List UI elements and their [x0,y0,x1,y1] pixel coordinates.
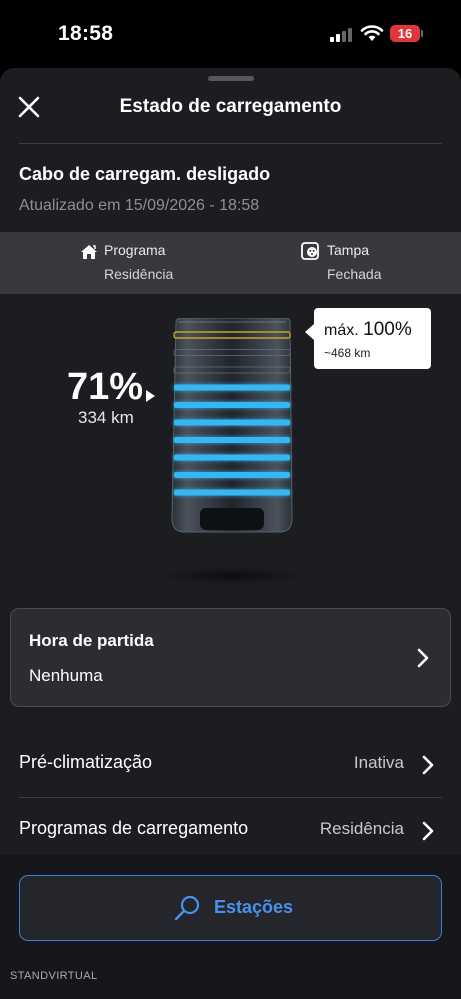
program-label: Programa [104,242,166,258]
page-title: Estado de carregamento [119,96,342,117]
search-icon [174,895,200,921]
battery-nub [421,30,423,37]
info-strip: Programa Residência Tampa Fechada [0,232,461,294]
battery-graphic [160,318,304,585]
home-icon [81,245,97,259]
row-label: Programas de carregamento [19,818,249,838]
sheet-grabber[interactable] [208,76,254,81]
chevron-right-icon [422,755,434,775]
stations-button[interactable]: Estações [19,875,442,941]
charge-bar-filled [174,489,290,496]
cable-status: Cabo de carregam. desligado [19,164,271,184]
charge-range: 334 km [78,408,134,427]
max-charge-label: máx. 100% [324,319,412,341]
row-value: Inativa [353,753,404,772]
charging-status-sheet: Estado de carregamento Cabo de carregam.… [0,68,461,999]
battery-level-badge: 16 [390,25,420,42]
charge-bar-filled [174,437,290,443]
updated-timestamp: Atualizado em 15/09/2026 - 18:58 [19,197,260,214]
departure-time-card[interactable]: Hora de partida Nenhuma [10,608,451,707]
bottom-action-bar: Estações STANDVIRTUAL [0,855,461,999]
watermark-logo: STANDVIRTUAL [10,970,98,982]
divider [19,143,442,144]
flap-info: Tampa Fechada [327,242,381,282]
charge-bar-filled [174,384,290,391]
charge-bar-filled [174,419,290,426]
cellular-signal-icon [330,26,354,42]
status-time: 18:58 [58,22,114,45]
row-preconditioning[interactable]: Pré-climatização Inativa [19,732,442,798]
stations-label: Estações [214,897,294,917]
departure-value: Nenhuma [29,666,103,685]
charge-bar-filled [174,454,290,461]
program-value: Residência [104,266,174,282]
row-value: Residência [319,819,404,838]
chevron-right-icon [417,648,429,668]
charge-bar-filled [174,402,290,408]
departure-title: Hora de partida [29,631,154,650]
chevron-right-icon [422,821,434,841]
status-bar: 18:58 16 [0,0,461,68]
program-info: Programa Residência [104,242,173,282]
wifi-icon [360,25,384,41]
charge-visualization: 71% 334 km máx. 100% ~468 km [0,294,461,604]
max-value: 100% [363,319,412,340]
charging-flap-icon [301,242,319,260]
flap-label: Tampa [327,242,370,258]
charge-bar-filled [174,472,290,478]
charge-level-pointer [146,390,155,402]
flap-value: Fechada [327,266,382,282]
max-charge-callout[interactable]: máx. 100% ~468 km [305,308,431,369]
row-label: Pré-climatização [19,752,153,772]
max-range: ~468 km [324,346,371,360]
max-prefix: máx. [324,322,359,339]
charge-percent: 71% [67,366,144,408]
